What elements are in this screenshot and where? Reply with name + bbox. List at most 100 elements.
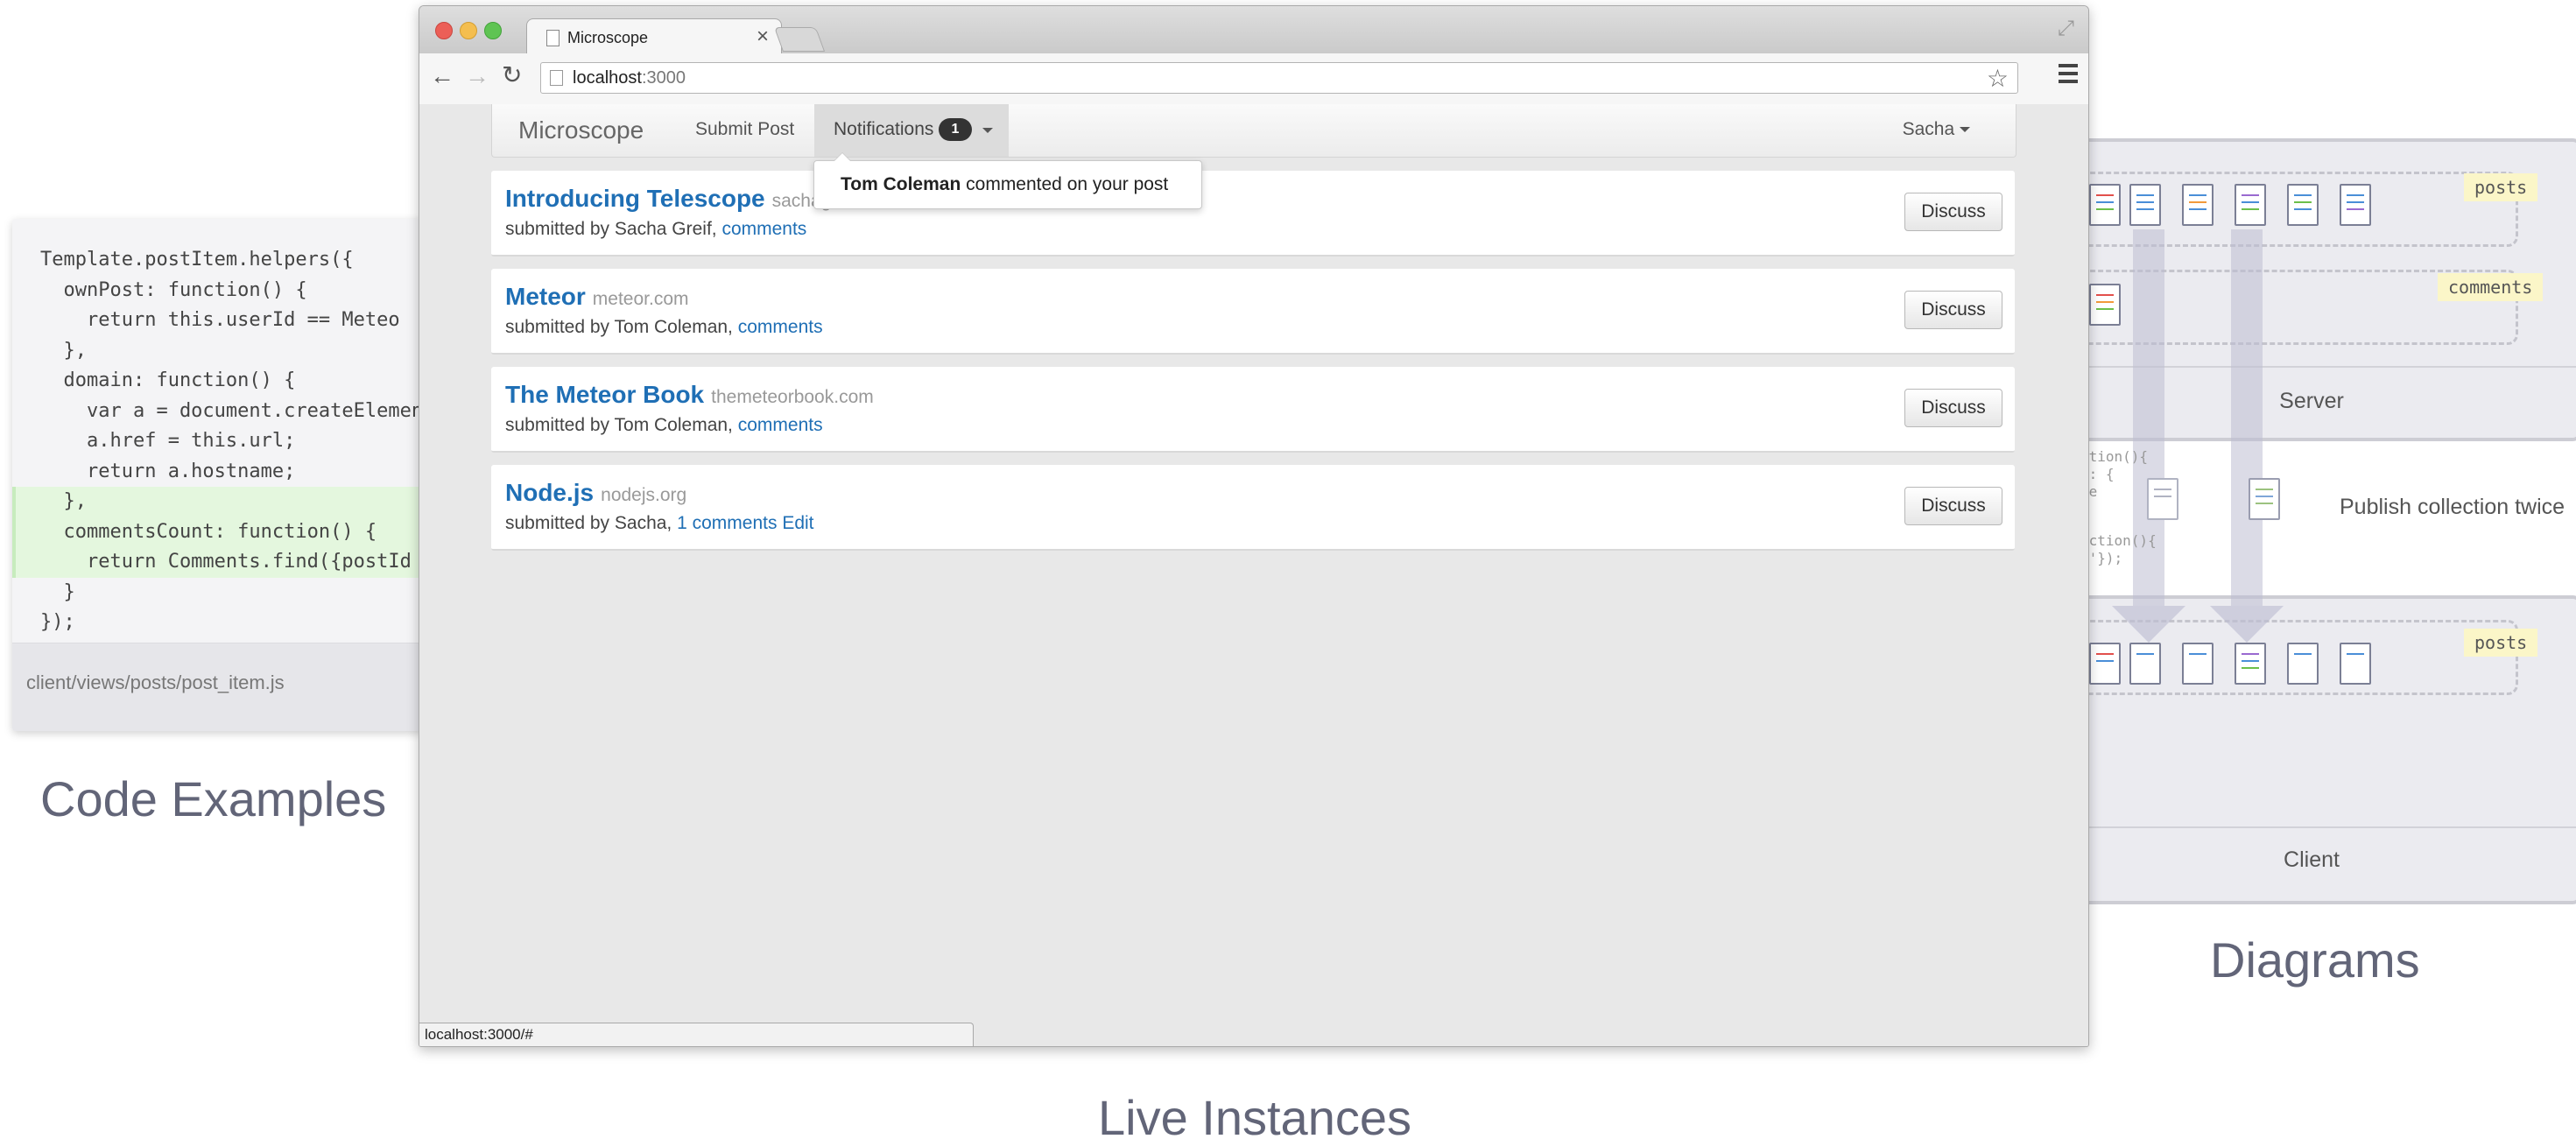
tab-strip: Microscope × ⤢: [419, 6, 2088, 56]
post-title-link[interactable]: Node.js nodejs.org: [505, 479, 686, 507]
comments-link[interactable]: comments: [738, 415, 823, 435]
chevron-down-icon: [982, 128, 993, 133]
document-icon: [2235, 643, 2266, 685]
arrow-head: [2210, 606, 2284, 643]
document-icon: [2287, 184, 2319, 226]
client-posts-tag: posts: [2464, 629, 2538, 657]
address-bar[interactable]: localhost:3000 ☆: [540, 62, 2018, 94]
code-example-panel: Template.postItem.helpers({ ownPost: fun…: [12, 219, 424, 731]
submit-post-link[interactable]: Submit Post: [695, 119, 794, 140]
page-icon: [546, 30, 560, 46]
notification-count-badge: 1: [939, 118, 972, 141]
code-snippet: nction(){ 3'});: [2080, 532, 2157, 566]
zoom-window-button[interactable]: [484, 22, 502, 39]
post-meta: submitted by Tom Coleman, comments: [505, 317, 823, 337]
comments-tag: comments: [2438, 273, 2544, 301]
code-line: });: [40, 611, 75, 633]
discuss-button[interactable]: Discuss: [1904, 291, 2002, 329]
reload-icon[interactable]: ↻: [502, 60, 522, 89]
browser-tab[interactable]: Microscope ×: [526, 18, 782, 56]
notifications-label: Notifications: [834, 119, 934, 139]
publish-arrow: [2231, 229, 2263, 606]
notifications-dropdown-toggle[interactable]: Notifications 1: [814, 104, 1009, 157]
forward-icon[interactable]: →: [465, 62, 489, 90]
code-line: Template.postItem.helpers({: [40, 249, 354, 271]
code-snippet: ction(){ s: { se: [2080, 448, 2149, 500]
code-line-highlighted: return Comments.find({postId: [12, 547, 424, 578]
code-line: }: [40, 580, 75, 603]
posts-tag: posts: [2464, 173, 2538, 201]
code-line-highlighted: commentsCount: function() {: [12, 517, 424, 547]
code-line: return a.hostname;: [40, 460, 296, 482]
url-text: localhost:3000: [573, 68, 686, 88]
new-tab-button[interactable]: [773, 27, 826, 52]
comments-link[interactable]: comments: [721, 219, 806, 239]
discuss-button[interactable]: Discuss: [1904, 487, 2002, 525]
document-icon: [2287, 643, 2319, 685]
divider: [2044, 826, 2576, 828]
document-icon: [2340, 184, 2371, 226]
caption-code-examples: Code Examples: [40, 771, 387, 826]
document-icon: [2235, 184, 2266, 226]
post-item: Node.js nodejs.org submitted by Sacha, 1 …: [491, 465, 2015, 551]
post-title-link[interactable]: Meteor meteor.com: [505, 283, 689, 311]
post-meta: submitted by Sacha Greif, comments: [505, 219, 807, 239]
page-icon: [550, 70, 563, 86]
post-item: Introducing Telescopesachagreif.com subm…: [491, 171, 2015, 257]
browser-window: Microscope × ⤢ ← → ↻ localhost:3000 ☆ Mi…: [419, 5, 2089, 1047]
notification-author: Tom Coleman: [841, 174, 961, 194]
minimize-window-button[interactable]: [460, 22, 477, 39]
comments-link[interactable]: 1 comments Edit: [677, 513, 813, 533]
code-line-highlighted: },: [12, 487, 424, 517]
app-navbar: Microscope Submit Post Notifications 1 S…: [491, 104, 2016, 158]
comments-link[interactable]: comments: [738, 317, 823, 337]
post-item: The Meteor Book themeteorbook.com submitt…: [491, 367, 2015, 453]
post-domain: themeteorbook.com: [711, 387, 874, 407]
document-icon: [2129, 184, 2161, 226]
publish-note: Publish collection twice: [2340, 495, 2565, 519]
close-window-button[interactable]: [435, 22, 453, 39]
post-domain: meteor.com: [592, 289, 689, 309]
code-line: var a = document.createElemen: [40, 399, 424, 422]
document-icon: [2147, 478, 2178, 520]
comment-document-icon: [2089, 284, 2121, 326]
close-tab-icon[interactable]: ×: [757, 25, 769, 49]
brand-logo[interactable]: Microscope: [518, 116, 644, 144]
post-item: Meteor meteor.com submitted by Tom Colema…: [491, 269, 2015, 355]
divider: [2044, 366, 2576, 368]
status-bar: localhost:3000/#: [419, 1023, 974, 1046]
code-file-path: client/views/posts/post_item.js: [26, 671, 285, 693]
document-icon: [2340, 643, 2371, 685]
code-line: domain: function() {: [40, 369, 296, 391]
post-meta: submitted by Tom Coleman, comments: [505, 415, 823, 435]
document-icon: [2129, 643, 2161, 685]
tab-title: Microscope: [567, 29, 649, 46]
code-line: },: [40, 339, 87, 362]
bookmark-star-icon[interactable]: ☆: [1987, 64, 2009, 93]
discuss-button[interactable]: Discuss: [1904, 389, 2002, 427]
code-line: a.href = this.url;: [40, 430, 296, 452]
browser-menu-icon[interactable]: [2059, 64, 2078, 88]
document-icon: [2182, 643, 2214, 685]
code-line: ownPost: function() {: [40, 278, 307, 301]
document-icon: [2182, 184, 2214, 226]
client-label: Client: [2284, 847, 2340, 872]
document-icon: [2089, 184, 2121, 226]
notification-item[interactable]: Tom Coleman commented on your post: [841, 174, 1168, 195]
browser-toolbar: ← → ↻ localhost:3000 ☆: [419, 53, 2088, 105]
fullscreen-icon[interactable]: ⤢: [2058, 17, 2074, 41]
user-name: Sacha: [1902, 119, 1955, 139]
back-icon[interactable]: ←: [430, 62, 454, 90]
post-title-link[interactable]: The Meteor Book themeteorbook.com: [505, 381, 874, 409]
arrow-head: [2112, 606, 2185, 643]
caption-diagrams: Diagrams: [2210, 932, 2420, 988]
document-icon: [2249, 478, 2280, 520]
status-url: localhost:3000/#: [425, 1026, 533, 1043]
notification-text: commented on your post: [966, 174, 1169, 194]
user-menu[interactable]: Sacha: [1903, 119, 1970, 140]
caption-live-instances: Live Instances: [1098, 1090, 1411, 1145]
discuss-button[interactable]: Discuss: [1904, 193, 2002, 231]
document-icon: [2089, 643, 2121, 685]
post-domain: nodejs.org: [601, 485, 687, 505]
server-label: Server: [2279, 389, 2344, 413]
